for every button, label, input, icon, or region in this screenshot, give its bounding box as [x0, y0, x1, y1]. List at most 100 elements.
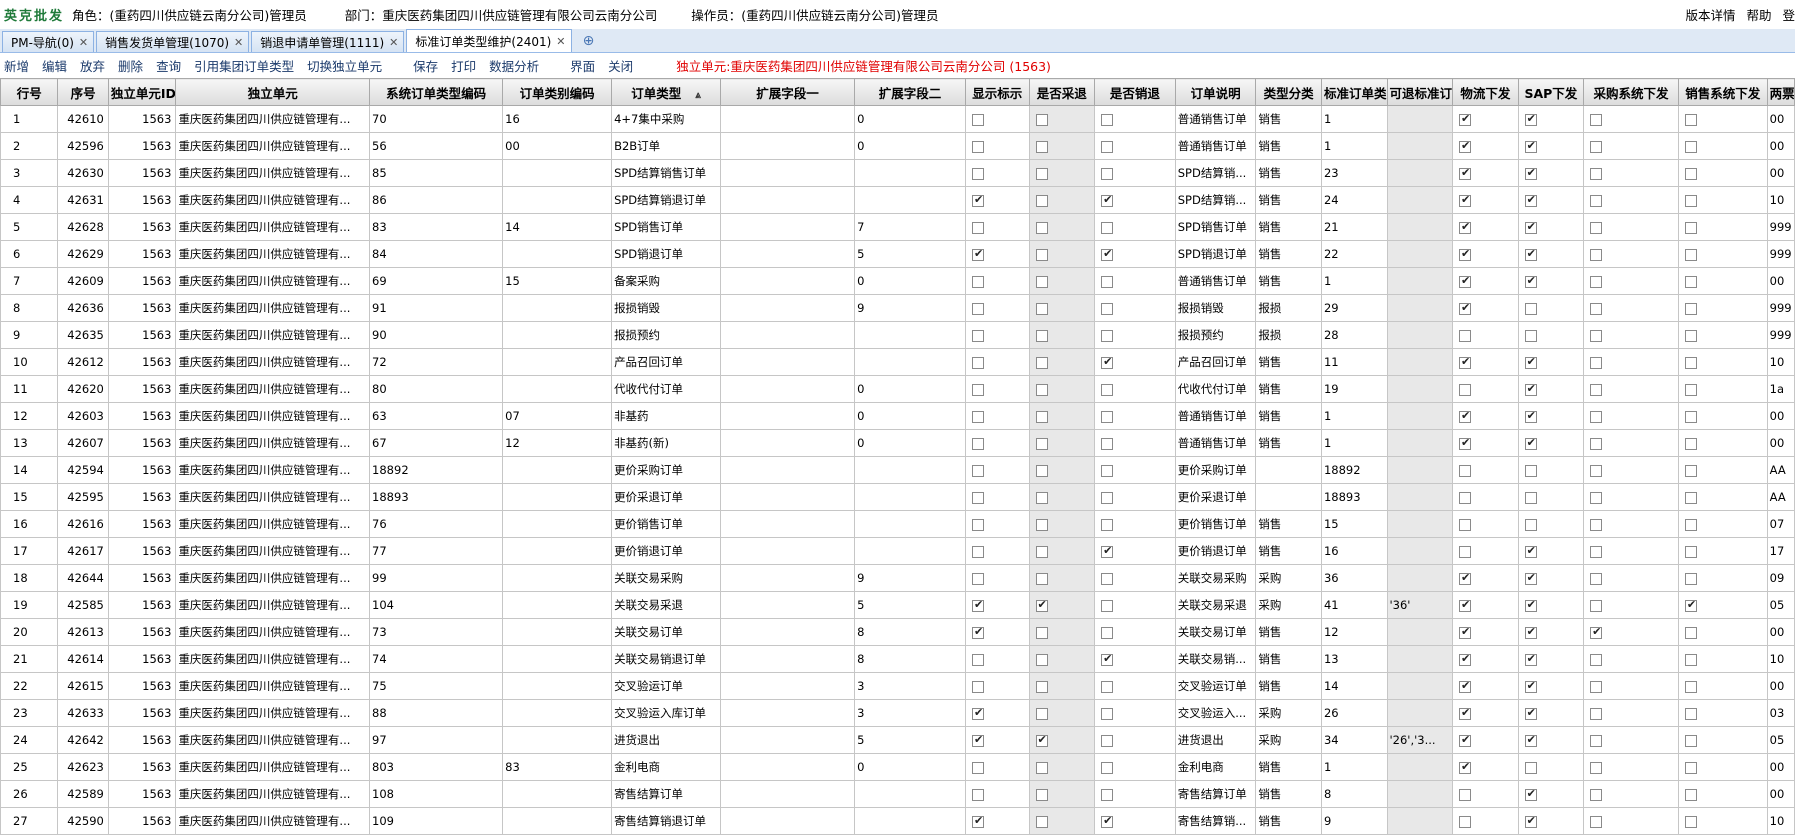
ext-field1-cell[interactable] — [719, 402, 856, 430]
save-button[interactable]: 保存 — [413, 56, 438, 75]
std-order-type-cell[interactable]: 26 — [1320, 699, 1388, 727]
logistics-send-checkbox[interactable] — [1459, 518, 1472, 531]
ext-field2-cell[interactable]: 0 — [854, 105, 966, 133]
table-row[interactable]: 16 42616 1563 重庆医药集团四川供应链管理有... 76 更价销售订单 更价销售… — [0, 510, 1795, 538]
logistics-send-checkbox[interactable] — [1459, 815, 1472, 828]
table-row[interactable]: 23426331563重庆医药集团四川供应链管理有...88 交叉验运入库订单 3 交… — [0, 699, 1795, 727]
two-ticket-cell[interactable]: 00 — [1766, 429, 1795, 457]
ext-field2-cell[interactable] — [854, 537, 966, 565]
logistics-send-checkbox[interactable] — [1459, 652, 1472, 666]
col-header[interactable]: 是否销退 — [1094, 78, 1176, 106]
table-row[interactable]: 18 42644 1563 重庆医药集团四川供应链管理有... 99 关联交易采购 9 关联交… — [0, 564, 1795, 592]
col-header[interactable]: SAP下发 — [1517, 78, 1585, 106]
seq-cell[interactable]: 42616 — [57, 510, 109, 538]
system-code-cell[interactable]: 18892 — [369, 456, 504, 484]
unit-id-cell[interactable]: 1563 — [107, 699, 177, 727]
sap-send-checkbox[interactable] — [1524, 652, 1537, 666]
sap-send-checkbox[interactable] — [1524, 166, 1537, 180]
ext-field2-cell[interactable]: 7 — [854, 213, 966, 241]
order-type-cell[interactable]: 关联交易采退 — [611, 591, 721, 619]
type-class-cell[interactable]: 报损 — [1255, 294, 1322, 322]
query-button[interactable]: 查询 — [156, 56, 181, 75]
category-code-cell[interactable] — [502, 618, 613, 646]
seq-cell[interactable]: 42610 — [57, 105, 109, 133]
unit-id-cell[interactable]: 1563 — [107, 537, 177, 565]
type-class-cell[interactable]: 销售 — [1255, 375, 1322, 403]
seq-cell[interactable]: 42595 — [57, 483, 109, 511]
order-desc-cell[interactable]: 更价销退订单 — [1174, 537, 1257, 565]
purchase-system-send-checkbox[interactable] — [1590, 329, 1603, 342]
returnable-std-cell[interactable] — [1386, 213, 1454, 241]
unit-name-cell[interactable]: 重庆医药集团四川供应链管理有... — [175, 321, 371, 349]
std-order-type-cell[interactable]: 24 — [1320, 186, 1388, 214]
two-ticket-cell[interactable]: 00 — [1766, 780, 1795, 808]
sales-return-checkbox[interactable] — [1101, 193, 1114, 207]
order-desc-cell[interactable]: 寄售结算销... — [1174, 807, 1257, 835]
category-code-cell[interactable] — [502, 186, 613, 214]
category-code-cell[interactable] — [502, 672, 613, 700]
sap-send-checkbox[interactable] — [1524, 491, 1537, 504]
ext-field1-cell[interactable] — [719, 186, 856, 214]
system-code-cell[interactable]: 109 — [369, 807, 504, 835]
col-header-order-type[interactable]: 订单类型 ⩓ — [611, 78, 721, 106]
order-desc-cell[interactable]: 关联交易销... — [1174, 645, 1257, 673]
two-ticket-cell[interactable]: 00 — [1766, 132, 1795, 160]
type-class-cell[interactable]: 报损 — [1255, 321, 1322, 349]
std-order-type-cell[interactable]: 1 — [1320, 429, 1388, 457]
purchase-return-checkbox[interactable] — [1035, 167, 1048, 180]
unit-name-cell[interactable]: 重庆医药集团四川供应链管理有... — [175, 510, 371, 538]
row-number[interactable]: 7 — [0, 267, 59, 295]
logistics-send-checkbox[interactable] — [1459, 329, 1472, 342]
type-class-cell[interactable]: 销售 — [1255, 780, 1322, 808]
ext-field2-cell[interactable] — [854, 510, 966, 538]
system-code-cell[interactable]: 83 — [369, 213, 504, 241]
purchase-return-checkbox[interactable] — [1035, 680, 1048, 693]
type-class-cell[interactable]: 销售 — [1255, 510, 1322, 538]
table-row[interactable]: 7 42609 1563 重庆医药集团四川供应链管理有... 69 15 备案采购 0 普通销售… — [0, 267, 1795, 295]
category-code-cell[interactable] — [502, 348, 613, 376]
purchase-return-checkbox[interactable] — [1035, 248, 1048, 261]
sales-return-checkbox[interactable] — [1101, 383, 1114, 396]
unit-name-cell[interactable]: 重庆医药集团四川供应链管理有... — [175, 483, 371, 511]
show-flag-checkbox[interactable] — [972, 653, 984, 666]
order-type-cell[interactable]: 产品召回订单 — [611, 348, 721, 376]
print-button[interactable]: 打印 — [451, 56, 476, 75]
show-flag-checkbox[interactable] — [972, 275, 984, 288]
purchase-return-checkbox[interactable] — [1035, 275, 1048, 288]
order-desc-cell[interactable]: 寄售结算订单 — [1174, 780, 1257, 808]
ext-field1-cell[interactable] — [719, 321, 856, 349]
purchase-system-send-checkbox[interactable] — [1590, 653, 1603, 666]
purchase-return-checkbox[interactable] — [1035, 329, 1048, 342]
order-desc-cell[interactable]: 金利电商 — [1174, 753, 1257, 781]
tab-pm-nav[interactable]: PM-导航(0) ✕ — [2, 31, 95, 52]
show-flag-checkbox[interactable] — [972, 247, 984, 261]
order-type-cell[interactable]: 金利电商 — [611, 753, 721, 781]
returnable-std-cell[interactable] — [1386, 618, 1454, 646]
row-number[interactable]: 19 — [0, 591, 59, 619]
sap-send-checkbox[interactable] — [1524, 598, 1537, 612]
show-flag-checkbox[interactable] — [972, 193, 984, 207]
sap-send-checkbox[interactable] — [1524, 382, 1537, 396]
seq-cell[interactable]: 42631 — [57, 186, 109, 214]
order-desc-cell[interactable]: 普通销售订单 — [1174, 429, 1257, 457]
returnable-std-cell[interactable] — [1386, 699, 1454, 727]
sales-system-send-checkbox[interactable] — [1684, 329, 1697, 342]
category-code-cell[interactable] — [502, 807, 613, 835]
seq-cell[interactable]: 42603 — [57, 402, 109, 430]
system-code-cell[interactable]: 86 — [369, 186, 504, 214]
order-type-cell[interactable]: 关联交易销退订单 — [611, 645, 721, 673]
purchase-system-send-checkbox[interactable] — [1590, 761, 1603, 774]
two-ticket-cell[interactable]: 10 — [1766, 645, 1795, 673]
row-number[interactable]: 15 — [0, 483, 59, 511]
category-code-cell[interactable] — [502, 294, 613, 322]
std-order-type-cell[interactable]: 1 — [1320, 753, 1388, 781]
sales-system-send-checkbox[interactable] — [1684, 815, 1697, 828]
ext-field2-cell[interactable]: 0 — [854, 267, 966, 295]
category-code-cell[interactable] — [502, 780, 613, 808]
show-flag-checkbox[interactable] — [972, 410, 984, 423]
std-order-type-cell[interactable]: 21 — [1320, 213, 1388, 241]
category-code-cell[interactable]: 14 — [502, 213, 613, 241]
ext-field2-cell[interactable]: 9 — [854, 294, 966, 322]
logistics-send-checkbox[interactable] — [1459, 436, 1472, 450]
purchase-return-checkbox[interactable] — [1035, 383, 1048, 396]
